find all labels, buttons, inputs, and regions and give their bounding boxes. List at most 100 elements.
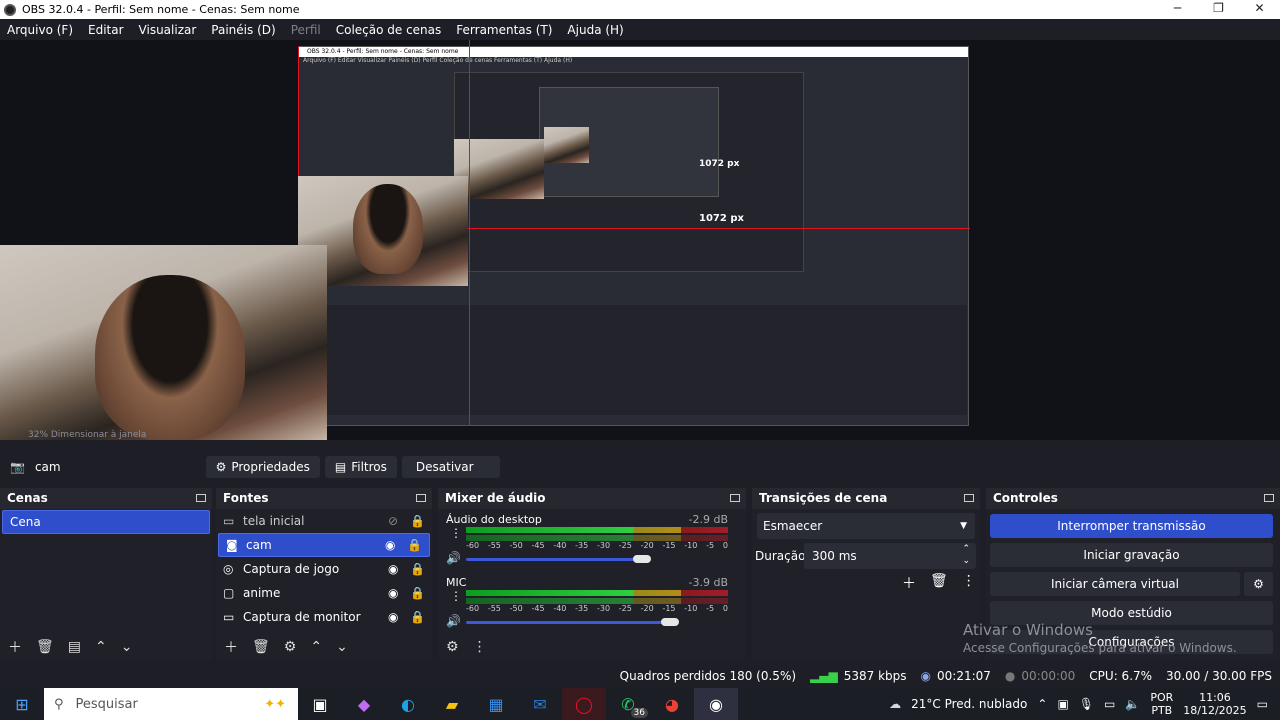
network-icon[interactable]: ▭ bbox=[1104, 697, 1115, 711]
kebab-icon[interactable]: ⋮ bbox=[962, 573, 976, 593]
gear-icon[interactable]: ⚙ bbox=[284, 639, 297, 655]
taskbar-search[interactable]: ⚲ Pesquisar ✦✦ bbox=[44, 688, 298, 720]
source-item[interactable]: ◎ Captura de jogo ◉ 🔒 bbox=[216, 557, 432, 581]
opera-icon[interactable]: ◯ bbox=[562, 688, 606, 720]
camera-tray-icon[interactable]: ▣ bbox=[1057, 697, 1068, 711]
chevron-up-icon[interactable]: ⌃ bbox=[95, 639, 107, 655]
file-explorer-icon[interactable]: ▰ bbox=[430, 688, 474, 720]
eye-icon[interactable]: ◉ bbox=[385, 538, 407, 552]
volume-slider-thumb[interactable] bbox=[661, 618, 679, 626]
maximize-button[interactable]: ❐ bbox=[1198, 0, 1239, 19]
outlook-icon[interactable]: ✉ bbox=[518, 688, 562, 720]
undock-icon[interactable] bbox=[196, 494, 206, 502]
add-icon[interactable]: ＋ bbox=[8, 637, 22, 657]
eye-icon[interactable]: ◉ bbox=[388, 562, 410, 576]
chrome-icon[interactable]: ◕ bbox=[650, 688, 694, 720]
duration-input[interactable]: 300 ms ⌃ ⌄ bbox=[804, 543, 976, 569]
activation-watermark-title: Ativar o Windows bbox=[963, 621, 1093, 639]
lock-icon[interactable]: 🔒 bbox=[407, 538, 429, 552]
trash-icon[interactable]: 🗑 bbox=[36, 639, 54, 655]
chevron-down-icon[interactable]: ⌄ bbox=[121, 639, 133, 655]
menu-docks[interactable]: Painéis (D) bbox=[211, 23, 275, 37]
notifications-icon[interactable]: ▭ bbox=[1257, 697, 1268, 711]
db-tick: -45 bbox=[531, 604, 545, 613]
kebab-icon[interactable]: ⋮ bbox=[450, 589, 462, 603]
eye-icon[interactable]: ◉ bbox=[388, 610, 410, 624]
start-recording-button[interactable]: Iniciar gravação bbox=[990, 543, 1273, 567]
gear-icon: ⚙ bbox=[215, 460, 227, 474]
undock-icon[interactable] bbox=[964, 494, 974, 502]
kebab-icon[interactable]: ⋮ bbox=[450, 526, 462, 540]
scene-item[interactable]: Cena bbox=[2, 510, 210, 534]
add-icon[interactable]: ＋ bbox=[902, 573, 916, 593]
source-item[interactable]: ◙ cam ◉ 🔒 bbox=[218, 533, 430, 557]
kebab-icon[interactable]: ⋮ bbox=[473, 639, 487, 655]
windows-start-icon[interactable]: ⊞ bbox=[0, 688, 44, 720]
menu-edit[interactable]: Editar bbox=[88, 23, 124, 37]
db-tick: 0 bbox=[722, 541, 728, 550]
minimize-button[interactable]: ─ bbox=[1157, 0, 1198, 19]
nested-title: OBS 32.0.4 - Perfil: Sem nome - Cenas: S… bbox=[299, 47, 968, 57]
chevron-up-icon[interactable]: ⌃ bbox=[310, 639, 322, 655]
source-item[interactable]: ▭ tela inicial ⊘ 🔒 bbox=[216, 509, 432, 533]
deactivate-button[interactable]: Desativar bbox=[401, 456, 500, 478]
lock-icon[interactable]: 🔒 bbox=[410, 514, 432, 528]
level-meter bbox=[466, 590, 728, 596]
lock-icon[interactable]: 🔒 bbox=[410, 562, 432, 576]
weather[interactable]: 21°C Pred. nublado bbox=[911, 697, 1027, 711]
whatsapp-icon[interactable]: ✆ 36 bbox=[606, 688, 650, 720]
task-view-icon[interactable]: ▣ bbox=[298, 688, 342, 720]
clock[interactable]: 11:06 18/12/2025 bbox=[1183, 691, 1246, 717]
lock-icon[interactable]: 🔒 bbox=[410, 610, 432, 624]
input-language[interactable]: POR PTB bbox=[1150, 691, 1173, 717]
speaker-icon[interactable]: 🔊 bbox=[446, 551, 461, 565]
add-icon[interactable]: ＋ bbox=[224, 637, 238, 657]
copilot-icon[interactable]: ◆ bbox=[342, 688, 386, 720]
lock-icon[interactable]: 🔒 bbox=[410, 586, 432, 600]
transition-select[interactable]: Esmaecer ▼ bbox=[757, 513, 975, 539]
trash-icon[interactable]: 🗑 bbox=[930, 573, 948, 593]
gear-icon[interactable]: ⚙ bbox=[446, 639, 459, 655]
source-label: Captura de monitor bbox=[243, 610, 361, 624]
stop-streaming-button[interactable]: Interromper transmissão bbox=[990, 514, 1273, 538]
menu-scene-collection[interactable]: Coleção de cenas bbox=[336, 23, 442, 37]
chevron-up-icon[interactable]: ⌃ bbox=[1037, 697, 1047, 711]
source-item[interactable]: ▢ anime ◉ 🔒 bbox=[216, 581, 432, 605]
chevron-down-icon[interactable]: ⌄ bbox=[336, 639, 348, 655]
menu-help[interactable]: Ajuda (H) bbox=[567, 23, 623, 37]
virtual-camera-settings-gear-icon[interactable]: ⚙ bbox=[1244, 572, 1273, 596]
signal-icon: ▂▄▆ bbox=[810, 669, 838, 683]
eye-icon[interactable]: ◉ bbox=[388, 586, 410, 600]
undock-icon[interactable] bbox=[1264, 494, 1274, 502]
store-icon[interactable]: ▦ bbox=[474, 688, 518, 720]
source-label: cam bbox=[246, 538, 272, 552]
undock-icon[interactable] bbox=[730, 494, 740, 502]
filters-button[interactable]: ▤ Filtros bbox=[324, 456, 397, 478]
trash-icon[interactable]: 🗑 bbox=[252, 639, 270, 655]
eye-off-icon[interactable]: ⊘ bbox=[388, 514, 410, 528]
properties-button[interactable]: ⚙ Propriedades bbox=[205, 456, 320, 478]
obs-taskbar-icon[interactable]: ◉ bbox=[694, 688, 738, 720]
preview-canvas[interactable]: OBS 32.0.4 - Perfil: Sem nome - Cenas: S… bbox=[0, 40, 1280, 440]
speaker-icon[interactable]: 🔊 bbox=[446, 614, 461, 628]
filter-icon[interactable]: ▤ bbox=[68, 639, 81, 655]
start-virtual-camera-button[interactable]: Iniciar câmera virtual bbox=[990, 572, 1240, 596]
menu-tools[interactable]: Ferramentas (T) bbox=[456, 23, 552, 37]
volume-slider-thumb[interactable] bbox=[633, 555, 651, 563]
volume-slider[interactable] bbox=[466, 621, 670, 624]
source-item[interactable]: ▭ Captura de monitor ◉ 🔒 bbox=[216, 605, 432, 629]
menu-file[interactable]: Arquivo (F) bbox=[7, 23, 73, 37]
close-button[interactable]: ✕ bbox=[1239, 0, 1280, 19]
cam-feed-main[interactable] bbox=[0, 245, 327, 440]
edge-icon[interactable]: ◐ bbox=[386, 688, 430, 720]
spinner-icon[interactable]: ⌃ ⌄ bbox=[962, 543, 970, 567]
undock-icon[interactable] bbox=[416, 494, 426, 502]
microphone-icon[interactable]: 🎙 bbox=[1079, 697, 1094, 711]
menu-profile[interactable]: Perfil bbox=[291, 23, 321, 37]
filters-label: Filtros bbox=[351, 460, 387, 474]
selected-source-name: cam bbox=[34, 460, 61, 474]
volume-icon[interactable]: 🔈 bbox=[1125, 697, 1140, 711]
menu-view[interactable]: Visualizar bbox=[139, 23, 197, 37]
camera-icon: 📷 bbox=[10, 460, 25, 474]
volume-slider[interactable] bbox=[466, 558, 642, 561]
